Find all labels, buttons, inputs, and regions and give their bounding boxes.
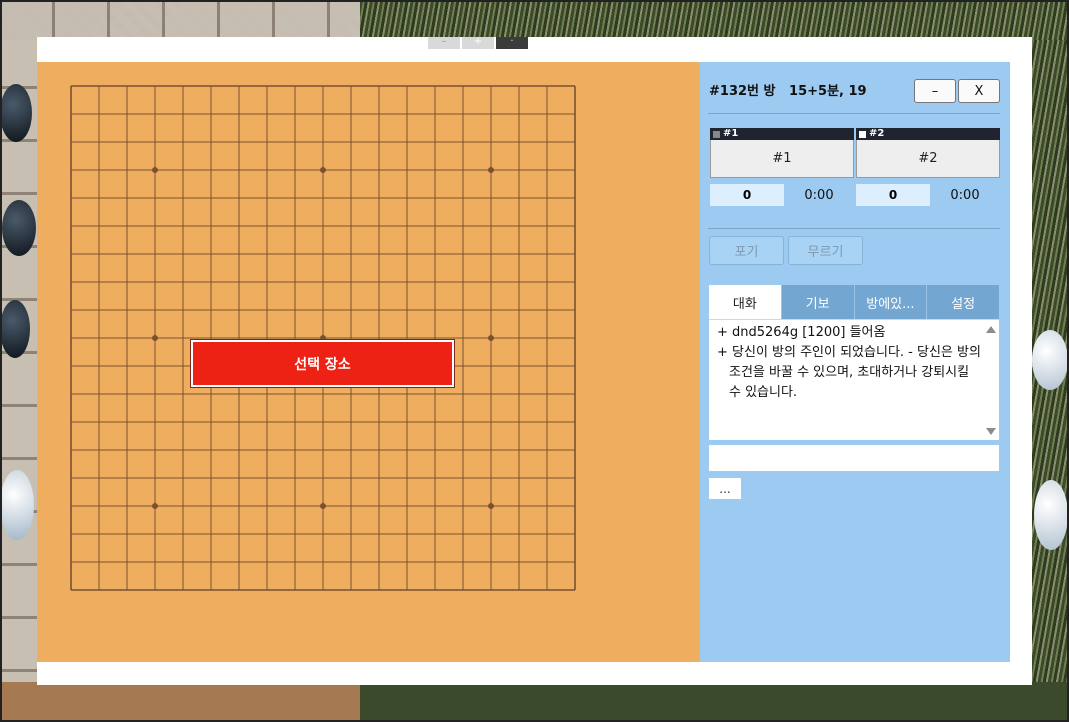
player-2-time: 0:00 [950,187,980,203]
star-point [488,167,494,173]
close-button[interactable]: X [958,79,1000,103]
go-board-area: 선택 장소 [37,62,700,662]
star-point [320,167,326,173]
tab-bar: 대화 기보 방에있... 설정 [709,285,999,319]
star-point [152,503,158,509]
top-mini-button-2[interactable]: + [462,37,494,49]
scroll-up-arrow-icon[interactable] [986,326,996,333]
decor-black-stone [0,300,30,358]
chat-input[interactable] [709,445,999,471]
player-2-square-icon [859,130,866,138]
side-panel: #132번 방 15+5분, 19 – X #1 #1 0 0:00 #2 #2… [700,62,1010,662]
tab-chat[interactable]: 대화 [709,285,781,319]
star-point [488,503,494,509]
background-left [0,40,38,722]
scroll-down-arrow-icon[interactable] [986,428,996,435]
star-point [152,335,158,341]
background-bottom [0,682,1069,722]
chat-log[interactable]: + dnd5264g [1200] 들어옴 + 당신이 방의 주인이 되었습니다… [709,319,999,440]
player-1-score: 0 [710,184,784,206]
tab-room-users[interactable]: 방에있... [853,285,927,319]
background-grass [360,0,1069,40]
player-2-tag-label: #2 [869,128,885,139]
star-point [488,335,494,341]
undo-button[interactable]: 무르기 [788,236,863,265]
decor-white-stone [0,470,34,540]
divider [708,228,1000,229]
player-2-tag: #2 [856,128,1000,140]
chat-message: + dnd5264g [1200] 들어옴 [717,325,886,340]
room-title: #132번 방 15+5분, 19 [709,84,867,99]
chat-message: + 당신이 방의 주인이 되었습니다. - 당신은 방의 조건을 바꿀 수 있으… [717,345,981,400]
decor-black-stone [0,84,32,142]
player-1-tag-label: #1 [723,128,739,139]
game-window: 선택 장소 #132번 방 15+5분, 19 – X #1 #1 0 0:00… [37,37,1032,685]
tab-settings[interactable]: 설정 [926,285,999,319]
top-mini-button-3[interactable]: · [496,37,528,49]
background-tiles [0,0,370,40]
player-1-square-icon [713,130,720,138]
player-2-card: #2 #2 0 0:00 [856,128,1000,206]
more-button[interactable]: ... [709,478,741,499]
minimize-button[interactable]: – [914,79,956,103]
player-1-time: 0:00 [804,187,834,203]
tab-game-record[interactable]: 기보 [780,285,854,319]
decor-black-stone [2,200,36,256]
decor-white-stone [1034,480,1068,550]
star-point [320,503,326,509]
resign-button[interactable]: 포기 [709,236,784,265]
player-1-tag: #1 [710,128,854,140]
decor-white-stone [1032,330,1068,390]
divider [708,113,1000,114]
player-2-seat-button[interactable]: #2 [856,140,1000,178]
player-2-score: 0 [856,184,930,206]
top-mini-button-1[interactable]: – [428,37,460,49]
player-1-card: #1 #1 0 0:00 [710,128,854,206]
select-place-button[interactable]: 선택 장소 [190,339,455,388]
player-1-seat-button[interactable]: #1 [710,140,854,178]
star-point [152,167,158,173]
top-mini-controls: – + · [428,37,528,49]
